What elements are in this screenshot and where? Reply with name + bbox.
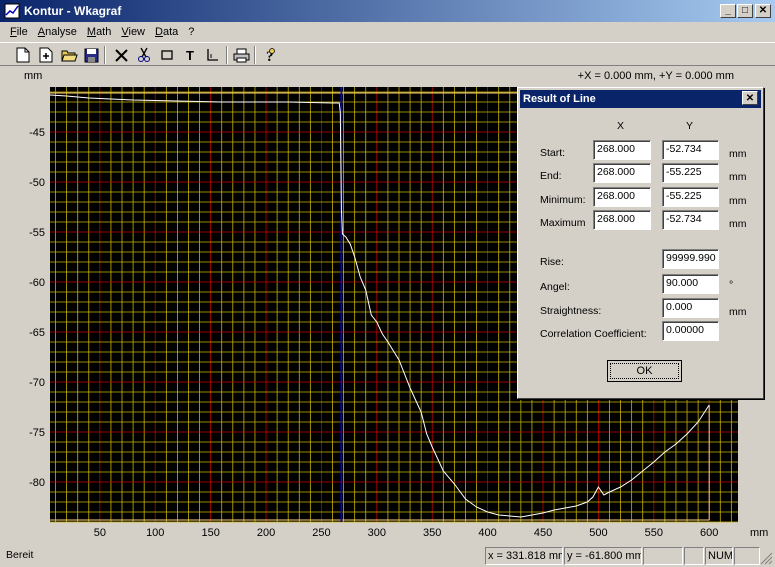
close-button[interactable]: ✕	[755, 4, 771, 18]
column-y-header: Y	[686, 120, 694, 132]
minimum-x-field[interactable]: 268.000	[593, 187, 651, 207]
maximum-y-field[interactable]: -52.734	[662, 210, 719, 230]
angle-unit: °	[729, 279, 734, 291]
start-x-field[interactable]: 268.000	[593, 140, 651, 160]
status-x-readout: x = 331.818 mm	[485, 547, 563, 565]
straightness-label: Straightness:	[540, 305, 602, 317]
new-file-icon[interactable]	[14, 46, 32, 64]
x-tick-label: 150	[201, 527, 219, 539]
toolbar-separator	[104, 46, 106, 64]
x-tick-label: 50	[94, 527, 106, 539]
y-tick-label: -75	[29, 427, 45, 439]
minimum-unit: mm	[729, 195, 747, 207]
menu-data[interactable]: Data	[155, 26, 178, 38]
start-unit: mm	[729, 148, 747, 160]
correlation-label: Correlation Coefficient:	[540, 328, 647, 340]
x-tick-label: 550	[645, 527, 663, 539]
x-tick-label: 200	[257, 527, 275, 539]
angle-label: Angel:	[540, 281, 570, 293]
start-label: Start:	[540, 147, 566, 159]
save-icon[interactable]	[82, 46, 100, 64]
straightness-field[interactable]: 0.000	[662, 298, 719, 318]
title-bar: Kontur - Wkagraf _ □ ✕	[0, 0, 775, 22]
status-empty-pane	[643, 547, 683, 565]
menu-math[interactable]: Math	[87, 26, 111, 38]
maximum-x-field[interactable]: 268.000	[593, 210, 651, 230]
correlation-field[interactable]: 0.00000	[662, 321, 719, 341]
dialog-close-icon[interactable]: ✕	[742, 91, 758, 105]
toolbar-separator	[226, 46, 228, 64]
cut-line-icon[interactable]	[112, 46, 130, 64]
maximize-button[interactable]: □	[737, 4, 753, 18]
app-icon	[4, 3, 20, 19]
status-y-readout: y = -61.800 mm	[564, 547, 642, 565]
x-tick-label: 450	[534, 527, 552, 539]
y-tick-label: -60	[29, 277, 45, 289]
end-x-field[interactable]: 268.000	[593, 163, 651, 183]
window-title: Kontur - Wkagraf	[24, 4, 122, 18]
cursor-readout: +X = 0.000 mm, +Y = 0.000 mm	[578, 70, 734, 82]
start-y-field[interactable]: -52.734	[662, 140, 719, 160]
menu-view[interactable]: View	[121, 26, 145, 38]
minimum-y-field[interactable]: -55.225	[662, 187, 719, 207]
x-tick-label: 100	[146, 527, 164, 539]
y-tick-label: -55	[29, 227, 45, 239]
axes-icon[interactable]	[203, 46, 221, 64]
end-unit: mm	[729, 171, 747, 183]
angle-field[interactable]: 90.000	[662, 274, 719, 294]
toolbar: T ?	[0, 42, 775, 66]
menu-bar: File Analyse Math View Data ?	[0, 22, 775, 42]
focus-rect	[610, 363, 679, 379]
y-tick-label: -50	[29, 177, 45, 189]
straightness-unit: mm	[729, 306, 747, 318]
status-text: Bereit	[6, 549, 34, 561]
y-tick-label: -80	[29, 477, 45, 489]
maximum-label: Maximum	[540, 217, 586, 229]
rise-field[interactable]: 99999.990	[662, 249, 719, 269]
help-icon[interactable]: ?	[261, 46, 279, 64]
ok-button[interactable]: OK	[607, 360, 682, 382]
x-tick-label: 300	[368, 527, 386, 539]
end-label: End:	[540, 170, 562, 182]
minimum-label: Minimum:	[540, 194, 586, 206]
print-icon[interactable]	[232, 46, 250, 64]
rise-label: Rise:	[540, 256, 564, 268]
status-empty-pane	[684, 547, 704, 565]
text-tool-icon[interactable]: T	[181, 46, 199, 64]
resize-grip-icon[interactable]	[760, 552, 773, 565]
x-tick-label: 500	[589, 527, 607, 539]
x-tick-label: 350	[423, 527, 441, 539]
y-tick-label: -70	[29, 377, 45, 389]
x-tick-label: 250	[312, 527, 330, 539]
menu-help[interactable]: ?	[188, 26, 194, 38]
status-bar: Bereit x = 331.818 mm y = -61.800 mm NUM	[0, 545, 775, 567]
open-folder-icon[interactable]	[60, 46, 78, 64]
result-of-line-dialog: Result of Line ✕ X Y Start: 268.000 -52.…	[517, 87, 764, 399]
new-doc-icon[interactable]	[37, 46, 55, 64]
scissors-icon[interactable]	[135, 46, 153, 64]
minimize-button[interactable]: _	[720, 4, 736, 18]
menu-file[interactable]: File	[10, 26, 28, 38]
dialog-title: Result of Line	[520, 90, 761, 108]
toolbar-separator	[254, 46, 256, 64]
x-tick-label: 600	[700, 527, 718, 539]
maximum-unit: mm	[729, 218, 747, 230]
x-tick-label: 400	[478, 527, 496, 539]
menu-analyse[interactable]: Analyse	[38, 26, 77, 38]
y-tick-label: -45	[29, 127, 45, 139]
status-empty-pane	[734, 547, 760, 565]
y-axis-unit: mm	[24, 70, 42, 82]
y-tick-label: -65	[29, 327, 45, 339]
x-axis-unit: mm	[750, 527, 768, 539]
column-x-header: X	[617, 120, 625, 132]
rectangle-icon[interactable]	[158, 46, 176, 64]
status-num: NUM	[705, 547, 733, 565]
end-y-field[interactable]: -55.225	[662, 163, 719, 183]
